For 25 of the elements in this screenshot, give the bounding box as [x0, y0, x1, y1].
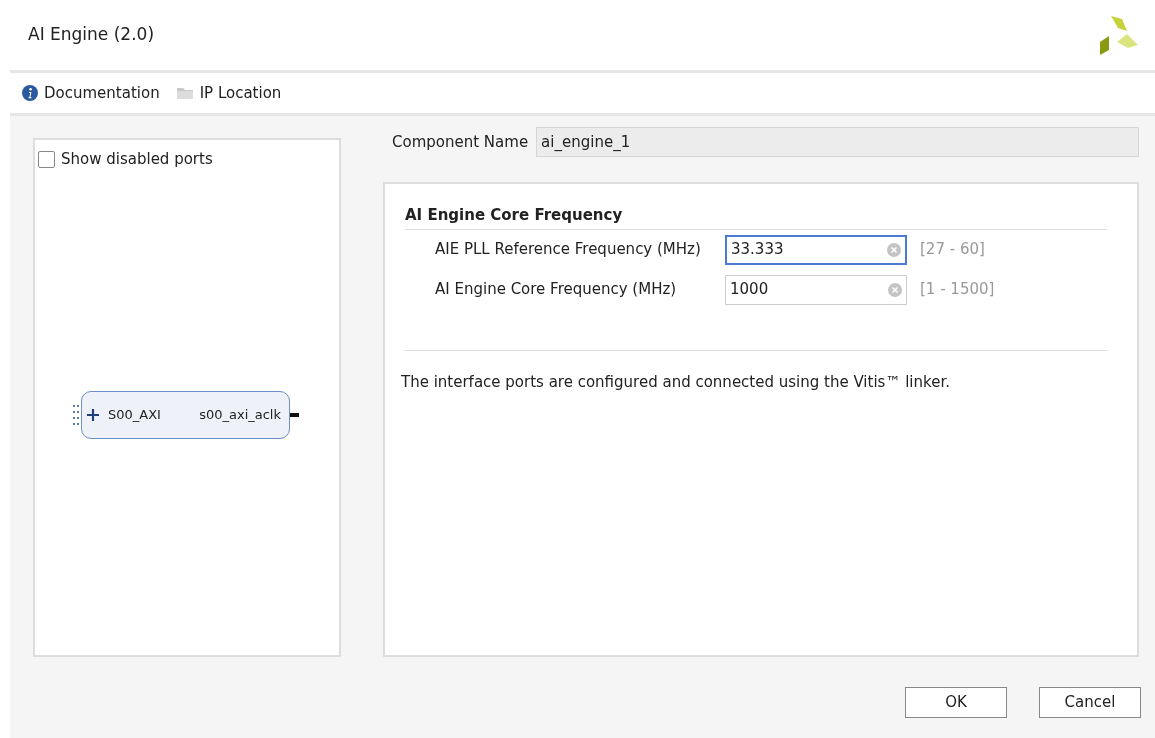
clear-icon[interactable]	[887, 242, 901, 257]
range-hint: [1 - 1500]	[920, 279, 995, 301]
port-label: S00_AXI	[108, 405, 161, 424]
ip-location-link[interactable]: IP Location	[175, 81, 282, 105]
field-label: AIE PLL Reference Frequency (MHz)	[435, 239, 702, 261]
cancel-button[interactable]: Cancel	[1039, 687, 1141, 718]
component-name-field[interactable]: ai_engine_1	[536, 127, 1139, 157]
window-title: AI Engine (2.0)	[28, 23, 154, 47]
grip-icon	[73, 402, 81, 427]
folder-icon	[175, 86, 194, 100]
clear-icon[interactable]	[888, 282, 902, 297]
port-label: s00_axi_aclk	[199, 405, 281, 424]
section-title: AI Engine Core Frequency	[405, 204, 1107, 230]
component-name-label: Component Name	[392, 131, 529, 153]
frequency-field[interactable]: 1000	[725, 274, 907, 305]
plus-icon	[86, 407, 100, 422]
range-hint: [27 - 60]	[920, 239, 985, 261]
ok-button[interactable]: OK	[905, 687, 1007, 718]
port-pin-icon	[290, 412, 299, 417]
logo-icon	[1097, 14, 1139, 56]
field-label: AI Engine Core Frequency (MHz)	[435, 279, 678, 301]
frequency-field[interactable]: 33.333	[725, 234, 907, 265]
info-icon	[22, 85, 38, 101]
documentation-link[interactable]: Documentation	[22, 81, 160, 105]
info-text: The interface ports are configured and connected using the Vitis™ linker.	[401, 371, 951, 393]
